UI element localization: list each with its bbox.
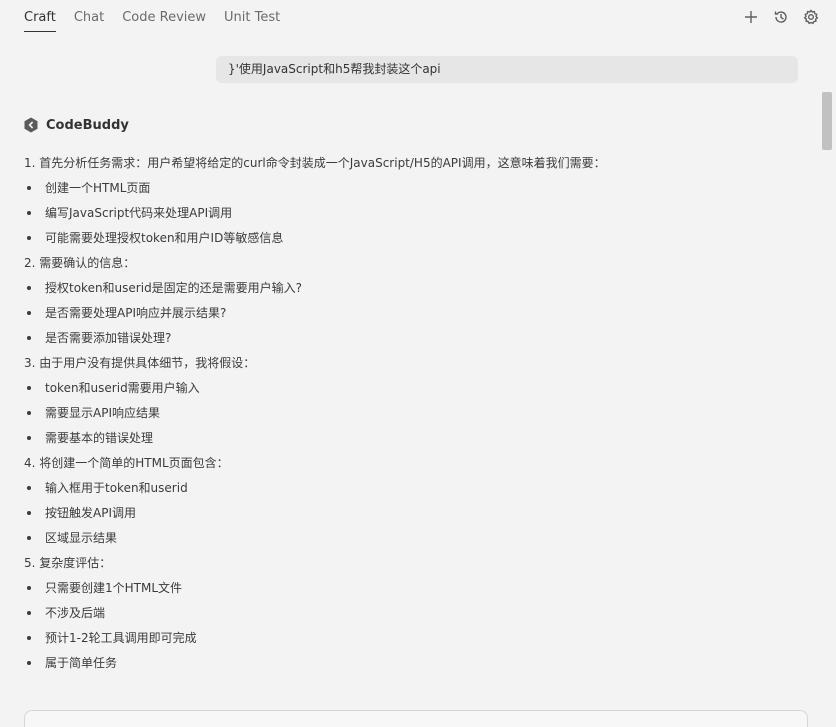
history-icon[interactable] xyxy=(772,8,790,26)
header-actions xyxy=(742,8,820,26)
tab-chat[interactable]: Chat xyxy=(74,10,104,32)
list-item: 创建一个HTML页面 xyxy=(24,175,804,200)
list-item: 5. 复杂度评估： xyxy=(24,555,112,570)
user-message: }'使用JavaScript和h5帮我封装这个api xyxy=(216,56,798,83)
bullet-icon xyxy=(27,635,31,640)
bullet-icon xyxy=(27,185,31,190)
tab-code-review[interactable]: Code Review xyxy=(122,10,206,32)
assistant-name: CodeBuddy xyxy=(46,117,129,133)
bullet-icon xyxy=(27,285,31,290)
list-item: 输入框用于token和userid xyxy=(24,475,804,500)
bullet-icon xyxy=(27,335,31,340)
bullet-icon xyxy=(27,535,31,540)
list-item: 是否需要添加错误处理? xyxy=(24,325,804,350)
list-item: 授权token和userid是固定的还是需要用户输入? xyxy=(24,275,804,300)
bullet-icon xyxy=(27,610,31,615)
list-item: 3. 由于用户没有提供具体细节，我将假设： xyxy=(24,355,256,370)
list-item: 2. 需要确认的信息： xyxy=(24,255,136,270)
list-item: 区域显示结果 xyxy=(24,525,804,550)
assistant-message: 1. 首先分析任务需求：用户希望将给定的curl命令封装成一个JavaScrip… xyxy=(24,150,804,675)
bullet-icon xyxy=(27,385,31,390)
bullet-icon xyxy=(27,410,31,415)
list-item: 1. 首先分析任务需求：用户希望将给定的curl命令封装成一个JavaScrip… xyxy=(24,155,606,170)
assistant-header: CodeBuddy xyxy=(24,117,129,133)
list-item: 4. 将创建一个简单的HTML页面包含： xyxy=(24,455,229,470)
scrollbar-thumb[interactable] xyxy=(822,92,832,150)
bullet-icon xyxy=(27,310,31,315)
list-item: 可能需要处理授权token和用户ID等敏感信息 xyxy=(24,225,804,250)
codebuddy-logo-icon xyxy=(24,117,38,133)
bullet-icon xyxy=(27,510,31,515)
list-item: 是否需要处理API响应并展示结果? xyxy=(24,300,804,325)
list-item: 只需要创建1个HTML文件 xyxy=(24,575,804,600)
list-item: 需要显示API响应结果 xyxy=(24,400,804,425)
list-item: 不涉及后端 xyxy=(24,600,804,625)
list-item: 预计1-2轮工具调用即可完成 xyxy=(24,625,804,650)
bullet-icon xyxy=(27,435,31,440)
bullet-icon xyxy=(27,660,31,665)
list-item: token和userid需要用户输入 xyxy=(24,375,804,400)
list-item: 属于简单任务 xyxy=(24,650,804,675)
mode-tabs: Craft Chat Code Review Unit Test xyxy=(24,10,298,32)
settings-icon[interactable] xyxy=(802,8,820,26)
bullet-icon xyxy=(27,585,31,590)
codebuddy-panel: Craft Chat Code Review Unit Test}'使用Jav… xyxy=(0,0,836,727)
bullet-icon xyxy=(27,210,31,215)
list-item: 按钮触发API调用 xyxy=(24,500,804,525)
tab-craft[interactable]: Craft xyxy=(24,10,56,32)
chat-input-box[interactable] xyxy=(24,710,808,727)
list-item: 需要基本的错误处理 xyxy=(24,425,804,450)
plus-icon[interactable] xyxy=(742,8,760,26)
tab-unit-test[interactable]: Unit Test xyxy=(224,10,280,32)
bullet-icon xyxy=(27,235,31,240)
list-item: 编写JavaScript代码来处理API调用 xyxy=(24,200,804,225)
top-bar: Craft Chat Code Review Unit Test xyxy=(0,0,836,40)
bullet-icon xyxy=(27,485,31,490)
